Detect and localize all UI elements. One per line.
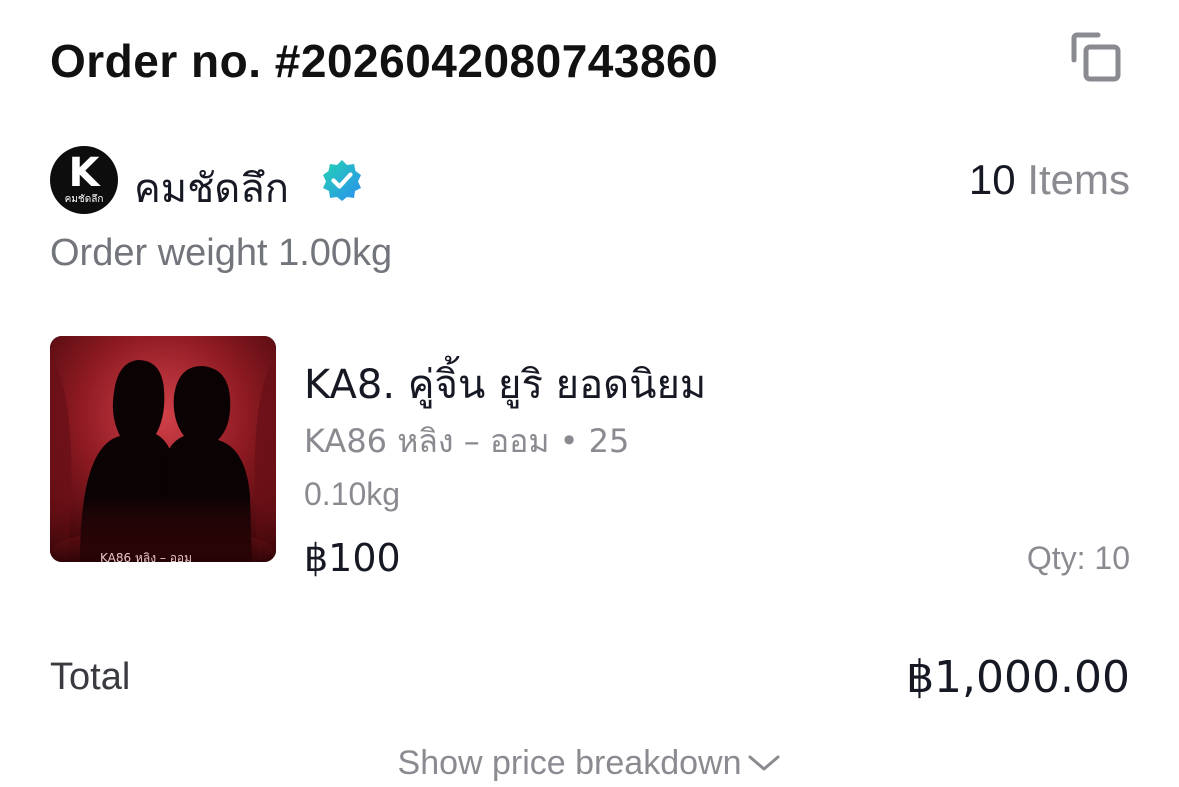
- shop-row[interactable]: K คมชัดลึก คมชัดลึก 10 Items: [50, 146, 1130, 216]
- show-price-breakdown-button[interactable]: Show price breakdown: [0, 744, 1179, 785]
- chevron-down-icon: [747, 743, 781, 782]
- product-thumbnail[interactable]: KA86 หลิง – ออม: [50, 336, 276, 562]
- items-count-number: 10: [968, 156, 1016, 203]
- total-label: Total: [50, 656, 131, 698]
- items-count-label: Items: [1027, 156, 1130, 203]
- items-count: 10 Items: [969, 156, 1130, 204]
- product-variant: KA86 หลิง – ออม • 25: [304, 422, 630, 460]
- show-price-breakdown-label: Show price breakdown: [397, 744, 742, 782]
- verified-badge-icon: [320, 158, 364, 202]
- svg-text:KA86 หลิง – ออม: KA86 หลิง – ออม: [100, 551, 192, 562]
- copy-icon[interactable]: [1068, 30, 1124, 86]
- order-header: Order no. #2026042080743860: [50, 30, 1130, 94]
- shop-name[interactable]: คมชัดลึก: [134, 156, 289, 220]
- product-weight: 0.10kg: [304, 476, 401, 512]
- product-item[interactable]: KA86 หลิง – ออม KA8. คู่จิ้น ยูริ ยอดนิย…: [50, 336, 1130, 580]
- product-quantity: Qty: 10: [1026, 540, 1130, 576]
- product-price: ฿100: [304, 536, 401, 580]
- total-row: Total ฿1,000.00: [50, 652, 1130, 708]
- total-value: ฿1,000.00: [906, 652, 1130, 703]
- product-title[interactable]: KA8. คู่จิ้น ยูริ ยอดนิยม: [304, 352, 706, 416]
- order-number: Order no. #2026042080743860: [50, 35, 719, 87]
- order-weight: Order weight 1.00kg: [50, 232, 393, 274]
- shop-logo[interactable]: K คมชัดลึก: [50, 146, 118, 214]
